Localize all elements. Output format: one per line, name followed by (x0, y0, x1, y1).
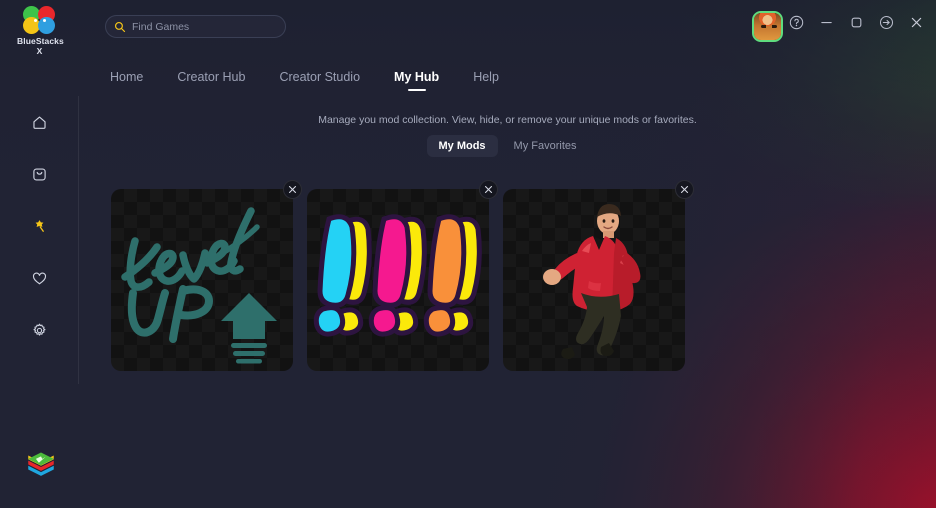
gear-icon (33, 323, 45, 336)
exit-to-app-button[interactable] (878, 14, 894, 30)
maximize-square-icon (851, 17, 861, 27)
nav-tab-help[interactable]: Help (473, 70, 499, 91)
bluestacks-window: BlueStacks X Find Games Home Creator Hub… (0, 0, 936, 508)
sidebar-item-home[interactable] (19, 110, 59, 134)
bluestacks-stack-logo[interactable] (24, 450, 58, 484)
mods-favorites-toggle: My Mods My Favorites (426, 135, 588, 157)
logo-dot-left (33, 19, 37, 22)
sidebar-item-apps[interactable] (19, 162, 59, 186)
bluestacks-stack-logo-icon (28, 452, 54, 476)
help-button[interactable] (788, 14, 804, 30)
mod-card-thumbnail (307, 189, 489, 371)
close-x-icon (288, 185, 297, 194)
tab-my-mods-label: My Mods (438, 140, 486, 152)
nav-tab-creator-studio-label: Creator Studio (279, 70, 361, 84)
close-x-icon (911, 17, 921, 27)
minimize-button[interactable] (818, 14, 834, 30)
top-bar: BlueStacks X (0, 0, 936, 56)
dancer-artwork (543, 204, 641, 359)
mod-card-thumbnail (503, 189, 685, 371)
brand: BlueStacks X (17, 6, 64, 56)
nav-tab-creator-hub[interactable]: Creator Hub (177, 70, 245, 91)
mod-card-thumbnail (111, 189, 293, 371)
app-store-bag-icon (32, 167, 46, 181)
avatar-eyes (761, 25, 777, 28)
sidebar-item-settings[interactable] (19, 318, 59, 342)
nav-tab-my-hub-label: My Hub (394, 70, 440, 84)
close-x-icon (680, 185, 689, 194)
mod-card-dancer[interactable] (503, 180, 694, 371)
main-navigation: Home Creator Hub Creator Studio My Hub H… (110, 70, 499, 91)
close-button[interactable] (908, 14, 924, 30)
mod-card-grid (111, 180, 694, 371)
nav-tab-my-hub[interactable]: My Hub (394, 70, 439, 91)
bluestacks-petals-logo (20, 6, 60, 34)
home-icon (32, 115, 46, 129)
dancing-man-art (503, 189, 685, 371)
nav-tab-home-label: Home (110, 70, 144, 84)
close-x-icon (484, 185, 493, 194)
mod-card-exclamations[interactable] (307, 180, 498, 371)
remove-mod-button[interactable] (675, 180, 694, 199)
question-circle-icon (789, 15, 803, 29)
maximize-button[interactable] (848, 14, 864, 30)
mod-card-level-up[interactable] (111, 180, 302, 371)
heart-icon (32, 271, 46, 284)
petal-blue-icon (37, 17, 55, 34)
nav-tab-home[interactable]: Home (110, 70, 143, 91)
sidebar-item-favorites[interactable] (19, 266, 59, 290)
logo-dot-right (42, 19, 46, 22)
sidebar-item-mods[interactable] (19, 214, 59, 238)
petal-yellow-icon (22, 17, 40, 34)
tab-my-mods[interactable]: My Mods (426, 135, 498, 157)
remove-mod-button[interactable] (283, 180, 302, 199)
search-input[interactable] (132, 20, 277, 33)
user-avatar[interactable] (752, 11, 783, 42)
arrow-right-circle-icon (879, 15, 893, 29)
magic-wand-icon (35, 219, 44, 232)
minimize-icon (820, 21, 832, 23)
brand-name: BlueStacks X (17, 36, 64, 56)
sidebar (0, 96, 79, 384)
window-controls (788, 14, 924, 30)
page-subtitle: Manage you mod collection. View, hide, o… (318, 114, 697, 126)
nav-tab-creator-studio[interactable]: Creator Studio (279, 70, 360, 91)
remove-mod-button[interactable] (479, 180, 498, 199)
search-icon (114, 21, 126, 32)
nav-tab-creator-hub-label: Creator Hub (177, 70, 246, 84)
tab-my-favorites[interactable]: My Favorites (502, 135, 589, 157)
main-content: Manage you mod collection. View, hide, o… (79, 96, 936, 508)
three-exclamation-marks-art (307, 189, 489, 371)
exclamations-artwork (313, 214, 482, 337)
search-bar[interactable] (105, 15, 286, 38)
nav-tab-help-label: Help (473, 70, 499, 84)
level-up-artwork (121, 207, 277, 364)
level-up-arrow-art (111, 189, 293, 371)
tab-my-favorites-label: My Favorites (513, 140, 577, 152)
